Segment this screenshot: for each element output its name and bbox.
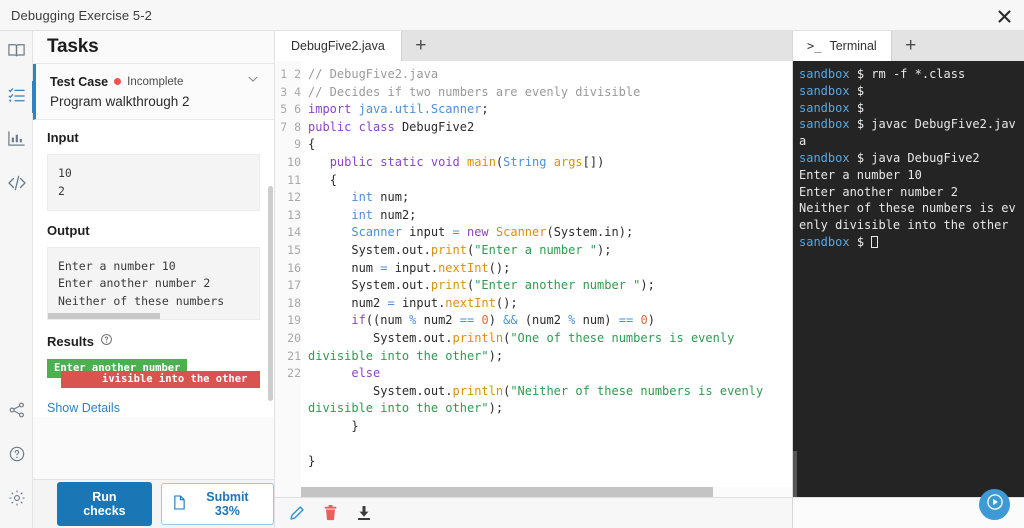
test-case-label: Test Case — [50, 74, 109, 89]
document-icon — [173, 495, 186, 513]
download-icon[interactable] — [356, 505, 372, 521]
output-section: Output Enter a number 10 Enter another n… — [33, 210, 274, 417]
terminal-panel: >_ Terminal + sandbox $ rm -f *.class sa… — [793, 31, 1024, 528]
test-case-status-row: Test Case Incomplete — [50, 72, 260, 91]
edit-pencil-icon[interactable] — [289, 505, 305, 521]
sidebar-item-instructions[interactable] — [0, 31, 33, 75]
tasks-footer: Run checks Submit 33% — [33, 479, 274, 528]
close-icon[interactable] — [992, 4, 1016, 28]
code-area[interactable]: 1 2 3 4 5 6 7 8 9 10 11 12 13 14 15 16 1… — [275, 61, 792, 497]
tasks-scroll-area: Test Case Incomplete Program walkthrough… — [33, 64, 274, 479]
tasks-vertical-scrollbar[interactable] — [267, 146, 274, 476]
output-horizontal-scrollbar[interactable] — [48, 312, 259, 319]
input-value-box: 10 2 — [47, 154, 260, 211]
sidebar-item-help[interactable] — [0, 434, 33, 478]
test-case-card[interactable]: Test Case Incomplete Program walkthrough… — [33, 64, 274, 120]
share-icon — [8, 401, 26, 424]
status-badge: Incomplete — [127, 75, 184, 88]
results-header: Results — [47, 333, 260, 351]
left-icon-rail — [0, 31, 34, 528]
sidebar-item-settings[interactable] — [0, 478, 33, 522]
delete-trash-icon[interactable] — [323, 505, 338, 521]
output-title: Output — [47, 222, 90, 238]
terminal-scrollbar[interactable] — [793, 451, 797, 497]
bar-chart-icon — [7, 129, 26, 153]
run-checks-button[interactable]: Run checks — [57, 482, 152, 526]
code-horizontal-scrollbar[interactable] — [301, 487, 792, 497]
app-root: Debugging Exercise 5-2 Tasks Test Case I… — [0, 0, 1024, 528]
tasks-title: Tasks — [47, 36, 99, 57]
terminal-tab-label: Terminal — [829, 39, 877, 53]
sidebar-item-tasks[interactable] — [0, 75, 34, 119]
help-circle-icon — [8, 445, 26, 468]
tasks-panel: Tasks Test Case Incomplete Program walkt… — [33, 31, 275, 528]
status-dot-icon — [114, 78, 122, 85]
plus-icon[interactable]: + — [892, 31, 930, 61]
results-title: Results — [47, 334, 94, 350]
output-value-box: Enter a number 10 Enter another number 2… — [47, 246, 260, 320]
play-icon — [986, 494, 1003, 515]
help-circle-icon[interactable] — [100, 333, 113, 351]
terminal-output[interactable]: sandbox $ rm -f *.class sandbox $ sandbo… — [793, 61, 1024, 497]
input-title: Input — [47, 130, 79, 145]
code-editor-panel: DebugFive2.java + 1 2 3 4 5 6 7 8 9 10 1… — [275, 31, 793, 528]
chevron-down-icon[interactable] — [246, 72, 260, 91]
editor-tabbar: DebugFive2.java + — [275, 31, 792, 61]
editor-footer-toolbar — [275, 497, 792, 528]
show-details-link[interactable]: Show Details — [47, 401, 120, 415]
code-content[interactable]: // DebugFive2.java // Decides if two num… — [301, 61, 792, 497]
input-section: Input 10 2 — [33, 120, 274, 211]
terminal-prompt-icon: >_ — [807, 39, 822, 53]
code-brackets-icon — [7, 173, 27, 198]
terminal-tabbar: >_ Terminal + — [793, 31, 1024, 61]
gear-icon — [8, 489, 26, 512]
sidebar-item-grades[interactable] — [0, 119, 33, 163]
page-title: Debugging Exercise 5-2 — [11, 7, 152, 23]
book-icon — [7, 41, 26, 65]
line-number-gutter: 1 2 3 4 5 6 7 8 9 10 11 12 13 14 15 16 1… — [275, 61, 301, 497]
output-text: Enter a number 10 Enter another number 2… — [58, 258, 225, 309]
sidebar-item-share[interactable] — [0, 390, 33, 434]
submit-button-label: Submit 33% — [206, 490, 249, 518]
checklist-icon — [7, 85, 26, 109]
tasks-header: Tasks — [33, 31, 274, 64]
plus-icon[interactable]: + — [402, 31, 440, 61]
tab-debugfive2-java[interactable]: DebugFive2.java — [275, 31, 402, 61]
rail-bottom-group — [0, 390, 33, 522]
run-button[interactable] — [979, 489, 1010, 520]
results-badges: Enter another number ivisible into the o… — [47, 351, 260, 399]
submit-button[interactable]: Submit 33% — [160, 483, 274, 525]
sidebar-item-code[interactable] — [0, 163, 33, 207]
tab-terminal[interactable]: >_ Terminal — [793, 31, 892, 61]
test-case-name: Program walkthrough 2 — [50, 94, 190, 109]
window-titlebar: Debugging Exercise 5-2 — [0, 0, 1024, 31]
result-badge-fail: ivisible into the other — [61, 370, 260, 388]
